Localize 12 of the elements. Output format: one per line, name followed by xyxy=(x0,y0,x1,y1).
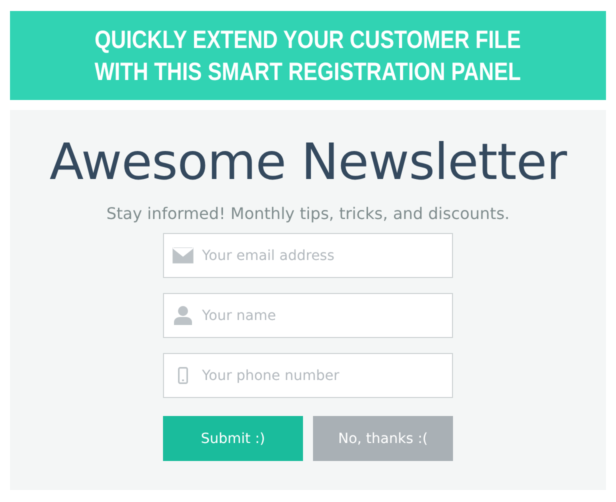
headline-text: QUICKLY EXTEND YOUR CUSTOMER FILE xyxy=(94,24,522,56)
envelope-icon xyxy=(172,247,194,264)
decline-button[interactable]: No, thanks :( xyxy=(313,416,453,461)
panel-subtitle: Stay informed! Monthly tips, tricks, and discounts. xyxy=(106,204,510,223)
headline-text: WITH THIS SMART REGISTRATION PANEL xyxy=(94,56,522,88)
name-field[interactable]: Your name xyxy=(163,293,453,338)
email-field[interactable]: Your email address xyxy=(163,233,453,278)
phone-icon xyxy=(178,367,188,384)
phone-field[interactable]: Your phone number xyxy=(163,353,453,398)
submit-button[interactable]: Submit :) xyxy=(163,416,303,461)
user-icon xyxy=(174,306,192,325)
panel-title: Awesome Newsletter xyxy=(49,132,567,192)
